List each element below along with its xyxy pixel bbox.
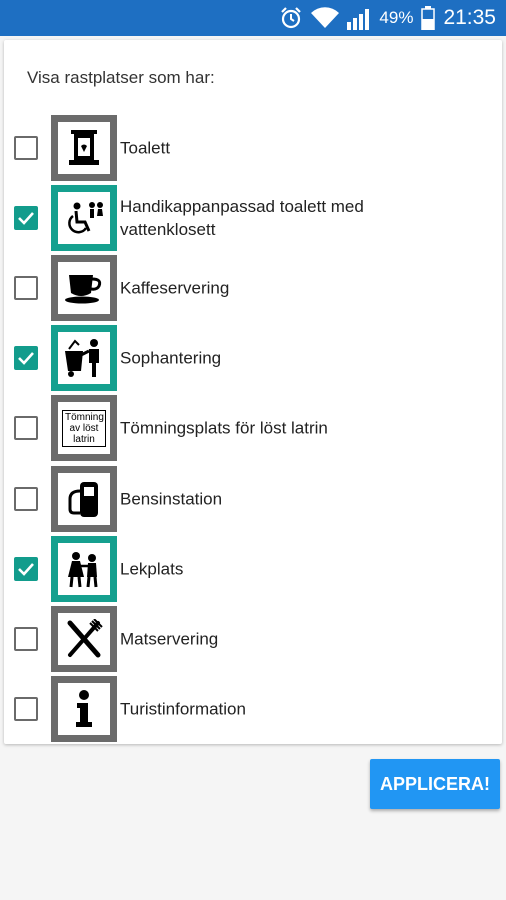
playground-icon <box>51 536 117 602</box>
wifi-icon <box>311 7 340 29</box>
waste-disposal-icon <box>51 325 117 391</box>
filter-item-label: Turistinformation <box>120 699 246 719</box>
status-bar: 49% 21:35 <box>0 0 506 36</box>
filter-card: Visa rastplatser som har: Toalett Handik… <box>4 40 502 744</box>
filter-item-label: Tömningsplats för löst latrin <box>120 418 328 438</box>
filter-item-label: Bensinstation <box>120 489 223 509</box>
battery-icon <box>421 6 436 30</box>
filter-item-bensinstation[interactable]: Bensinstation <box>4 466 502 532</box>
filter-item-sophantering[interactable]: Sophantering <box>4 325 502 391</box>
checkbox[interactable] <box>14 276 38 300</box>
toilet-icon <box>51 115 117 181</box>
filter-item-label: Sophantering <box>120 348 222 368</box>
fuel-pump-icon <box>51 466 117 532</box>
filter-item-lekplats[interactable]: Lekplats <box>4 536 502 602</box>
signal-icon <box>347 6 373 30</box>
filter-item-tomningsplats[interactable]: Tömning av löst latrin Tömningsplats för… <box>4 395 502 461</box>
filter-item-handikapp[interactable]: Handikappanpassad toalett med vattenklos… <box>4 185 502 251</box>
checkbox[interactable] <box>14 206 38 230</box>
checkbox[interactable] <box>14 557 38 581</box>
checkbox[interactable] <box>14 416 38 440</box>
checkbox[interactable] <box>14 136 38 160</box>
latrine-emptying-icon: Tömning av löst latrin <box>51 395 117 461</box>
checkbox[interactable] <box>14 487 38 511</box>
wheelchair-toilet-icon <box>51 185 117 251</box>
alarm-icon <box>279 6 303 30</box>
checkbox[interactable] <box>14 697 38 721</box>
filter-item-label: Matservering <box>120 629 219 649</box>
filter-item-toalett[interactable]: Toalett <box>4 115 502 181</box>
filter-item-label: Kaffeservering <box>120 278 230 298</box>
filter-item-label: Handikappanpassad toalett med vattenklos… <box>120 197 364 239</box>
info-icon <box>51 676 117 742</box>
coffee-cup-icon <box>51 255 117 321</box>
apply-button[interactable]: APPLICERA! <box>370 759 500 809</box>
filter-heading: Visa rastplatser som har: <box>27 68 215 87</box>
battery-percent: 49% <box>379 8 414 27</box>
clock: 21:35 <box>443 6 496 29</box>
fork-knife-icon <box>51 606 117 672</box>
icon-sign-text: Tömning av löst latrin <box>62 409 106 447</box>
checkbox[interactable] <box>14 627 38 651</box>
filter-item-turistinformation[interactable]: Turistinformation <box>4 676 502 742</box>
filter-item-kaffe[interactable]: Kaffeservering <box>4 255 502 321</box>
filter-item-label: Lekplats <box>120 559 184 579</box>
filter-item-matservering[interactable]: Matservering <box>4 606 502 672</box>
checkbox[interactable] <box>14 346 38 370</box>
filter-item-label: Toalett <box>120 138 171 158</box>
